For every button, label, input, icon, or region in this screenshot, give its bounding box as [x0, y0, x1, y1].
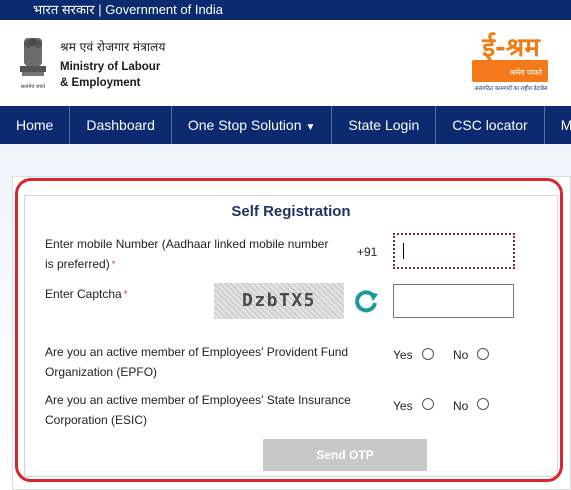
captcha-input[interactable]: [393, 284, 514, 318]
mobile-label-line-1: Enter mobile Number (Aadhaar linked mobi…: [45, 237, 329, 251]
form-title: Self Registration: [231, 203, 351, 220]
refresh-captcha-icon[interactable]: [353, 288, 379, 314]
epfo-yes-label: Yes: [393, 348, 413, 362]
highlight-outline: [15, 178, 563, 482]
epfo-question-line-2: Organization (EPFO): [45, 365, 158, 379]
gov-separator: |: [94, 2, 106, 17]
logo-tag-box: श्रमेव जयते: [472, 60, 548, 82]
nav-state-login[interactable]: State Login: [332, 106, 437, 144]
captcha-image: DzbTX5: [214, 283, 344, 319]
esic-no-label: No: [453, 399, 469, 413]
main-nav: Home Dashboard One Stop Solution ▼ State …: [0, 106, 571, 144]
site-header: सत्यमेव जयते श्रम एवं रोजगार मंत्रालय Mi…: [0, 20, 571, 106]
epfo-question-line-1: Are you an active member of Employees' P…: [45, 345, 349, 359]
text-cursor: [403, 243, 404, 259]
nav-home[interactable]: Home: [0, 106, 71, 144]
epfo-yes-radio[interactable]: [422, 348, 434, 360]
nav-my[interactable]: My: [545, 106, 571, 144]
caret-down-icon: ▼: [305, 122, 316, 133]
mobile-number-input[interactable]: [393, 233, 515, 269]
mobile-label: Enter mobile Number (Aadhaar linked mobi…: [45, 234, 328, 274]
esic-yes-label: Yes: [393, 399, 413, 413]
nav-one-stop-solution[interactable]: One Stop Solution ▼: [172, 106, 333, 144]
mobile-label-line-2: is preferred) *: [45, 257, 116, 271]
ministry-hindi: श्रम एवं रोजगार मंत्रालय: [60, 40, 166, 54]
eshram-logo[interactable]: ई-श्रम श्रमेव जयते असंगठित कामगारों का र…: [472, 32, 550, 98]
logo-subtitle: असंगठित कामगारों का राष्ट्रीय डेटाबेस: [474, 86, 548, 92]
send-otp-button[interactable]: Send OTP: [263, 439, 427, 471]
esic-no-radio[interactable]: [477, 398, 489, 410]
gov-english-text: Government of India: [105, 2, 224, 17]
country-code: +91: [357, 245, 378, 259]
nav-csc-locator[interactable]: CSC locator: [436, 106, 545, 144]
ministry-line-2: & Employment: [60, 77, 141, 89]
gov-hindi-text: भारत सरकार: [33, 2, 95, 17]
esic-yes-radio[interactable]: [422, 398, 434, 410]
captcha-label: Enter Captcha *: [45, 287, 128, 301]
nav-one-stop-label: One Stop Solution: [187, 117, 302, 133]
esic-question-line-1: Are you an active member of Employees' S…: [45, 393, 351, 407]
nav-dashboard[interactable]: Dashboard: [70, 106, 172, 144]
epfo-no-label: No: [453, 348, 469, 362]
esic-question: Are you an active member of Employees' S…: [45, 390, 351, 430]
government-strip: भारत सरकार | Government of India: [0, 0, 571, 20]
logo-tag: श्रमेव जयते: [509, 68, 542, 77]
ministry-line-1: Ministry of Labour: [60, 61, 161, 73]
required-mark: *: [111, 259, 116, 269]
epfo-no-radio[interactable]: [477, 348, 489, 360]
national-emblem-icon: सत्यमेव जयते: [20, 38, 46, 90]
ministry-name: श्रम एवं रोजगार मंत्रालय Ministry of Lab…: [60, 38, 166, 91]
emblem-caption: सत्यमेव जयते: [21, 83, 46, 90]
esic-question-line-2: Corporation (ESIC): [45, 413, 148, 427]
epfo-question: Are you an active member of Employees' P…: [45, 342, 348, 382]
required-mark: *: [123, 289, 128, 299]
